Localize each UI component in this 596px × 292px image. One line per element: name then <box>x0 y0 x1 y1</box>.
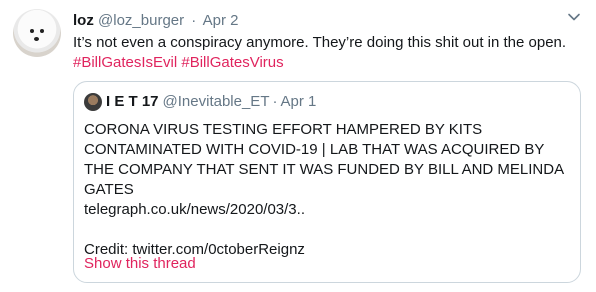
tweet-body: It’s not even a conspiracy anymore. They… <box>73 34 567 51</box>
quote-date[interactable]: Apr 1 <box>280 92 316 112</box>
tweet-header: loz @loz_burger · Apr 2 <box>73 11 239 31</box>
avatar-eye <box>30 29 34 33</box>
quote-blank-line <box>84 220 574 240</box>
quote-headline: CORONA VIRUS TESTING EFFORT HAMPERED BY … <box>84 121 564 198</box>
separator-dot: · <box>272 93 278 110</box>
quote-author-name[interactable]: I E T 17 <box>106 92 159 112</box>
show-thread-link[interactable]: Show this thread <box>84 254 196 274</box>
quote-avatar[interactable] <box>84 93 102 111</box>
chevron-down-icon[interactable] <box>567 10 581 24</box>
tweet-text: It’s not even a conspiracy anymore. They… <box>73 33 583 73</box>
quoted-tweet[interactable]: I E T 17 @Inevitable_ET · Apr 1 CORONA V… <box>73 81 581 283</box>
author-name[interactable]: loz <box>73 12 94 29</box>
hashtag-link[interactable]: #BillGatesVirus <box>181 54 283 71</box>
hashtag-link[interactable]: #BillGatesIsEvil <box>73 54 177 71</box>
quote-body: CORONA VIRUS TESTING EFFORT HAMPERED BY … <box>84 120 574 260</box>
tweet-date[interactable]: Apr 2 <box>203 12 239 29</box>
quote-link[interactable]: telegraph.co.uk/news/2020/03/3.. <box>84 200 574 220</box>
avatar-nose <box>34 37 39 41</box>
avatar-eye <box>40 29 44 33</box>
separator-dot: · <box>191 12 197 29</box>
quote-header: I E T 17 @Inevitable_ET · Apr 1 <box>84 92 316 112</box>
author-handle[interactable]: @loz_burger <box>98 12 184 29</box>
avatar[interactable] <box>13 9 61 57</box>
quote-author-handle[interactable]: @Inevitable_ET <box>163 92 270 112</box>
